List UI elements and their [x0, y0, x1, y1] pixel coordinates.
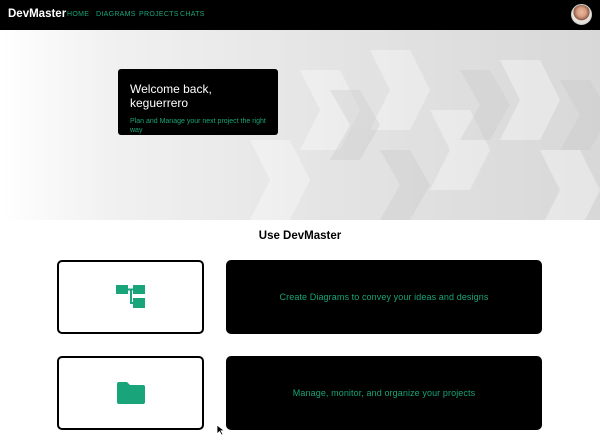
top-navbar: DevMaster HOME DIAGRAMS PROJECTS CHATS — [0, 0, 600, 30]
diagrams-icon-card[interactable] — [57, 260, 204, 334]
welcome-card: Welcome back, keguerrero Plan and Manage… — [118, 69, 278, 135]
diagrams-feature-text: Create Diagrams to convey your ideas and… — [279, 292, 489, 302]
projects-feature-text: Manage, monitor, and organize your proje… — [292, 388, 476, 398]
projects-feature-card[interactable]: Manage, monitor, and organize your proje… — [226, 356, 542, 430]
mouse-pointer-icon — [216, 424, 226, 436]
diagrams-feature-card[interactable]: Create Diagrams to convey your ideas and… — [226, 260, 542, 334]
projects-icon-card[interactable] — [57, 356, 204, 430]
nav-link-chats[interactable]: CHATS — [180, 11, 205, 18]
folder-icon — [116, 382, 145, 404]
nav-link-home[interactable]: HOME — [67, 11, 89, 18]
hero-banner: Welcome back, keguerrero Plan and Manage… — [0, 30, 600, 220]
diagram-icon — [115, 285, 145, 308]
brand-logo-text[interactable]: DevMaster — [8, 8, 66, 20]
hero-background-pattern — [250, 50, 600, 220]
user-avatar[interactable] — [571, 4, 592, 25]
nav-link-projects[interactable]: PROJECTS — [139, 11, 179, 18]
welcome-title: Welcome back, keguerrero — [130, 82, 212, 110]
welcome-subtitle: Plan and Manage your next project the ri… — [130, 118, 266, 134]
nav-link-diagrams[interactable]: DIAGRAMS — [96, 11, 136, 18]
section-heading: Use DevMaster — [258, 230, 342, 242]
